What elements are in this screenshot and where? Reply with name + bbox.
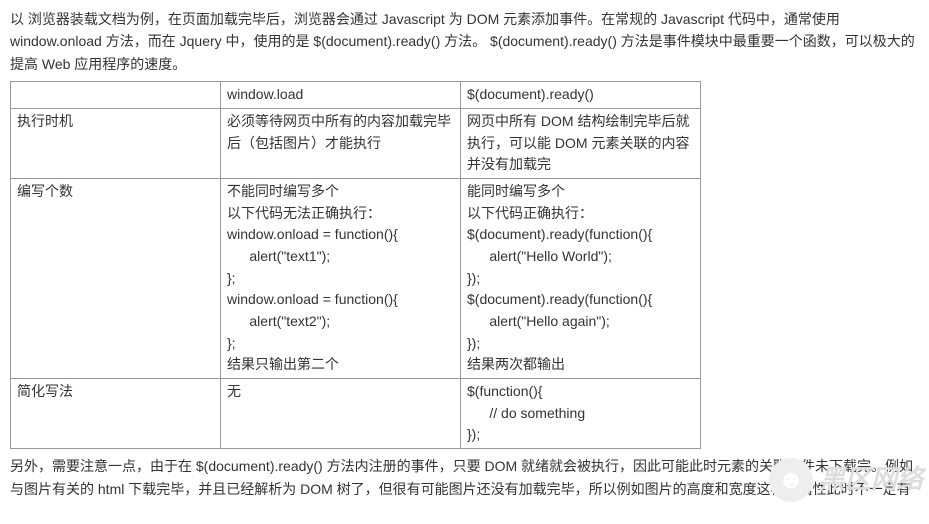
code-line: 以下代码正确执行： <box>467 203 694 225</box>
intro-paragraph: 以 浏览器装载文档为例，在页面加载完毕后，浏览器会通过 Javascript 为… <box>10 8 919 75</box>
code-line: 不能同时编写多个 <box>227 181 454 203</box>
cell: 必须等待网页中所有的内容加载完毕后（包括图片）才能执行 <box>221 108 461 178</box>
code-line: alert("text1"); <box>227 246 454 268</box>
code-line: $(function(){ <box>467 381 694 403</box>
row-label: 执行时机 <box>11 108 221 178</box>
code-line: window.onload = function(){ <box>227 289 454 311</box>
code-line: }; <box>227 268 454 290</box>
code-line: $(document).ready(function(){ <box>467 289 694 311</box>
code-line: // do something <box>467 403 694 425</box>
table-row: 执行时机 必须等待网页中所有的内容加载完毕后（包括图片）才能执行 网页中所有 D… <box>11 108 701 178</box>
outro-paragraph: 另外，需要注意一点，由于在 $(document).ready() 方法内注册的… <box>10 455 919 500</box>
code-line: alert("text2"); <box>227 311 454 333</box>
code-line: }); <box>467 424 694 446</box>
code-line: $(document).ready(function(){ <box>467 224 694 246</box>
code-line: alert("Hello again"); <box>467 311 694 333</box>
code-line: 结果只输出第二个 <box>227 354 454 376</box>
comparison-table: window.load $(document).ready() 执行时机 必须等… <box>10 81 701 449</box>
code-line: 结果两次都输出 <box>467 354 694 376</box>
code-line: }); <box>467 268 694 290</box>
cell: 无 <box>221 379 461 449</box>
cell: 能同时编写多个 以下代码正确执行： $(document).ready(func… <box>461 178 701 378</box>
cell: 不能同时编写多个 以下代码无法正确执行： window.onload = fun… <box>221 178 461 378</box>
cell: $(function(){ // do something }); <box>461 379 701 449</box>
row-label: 简化写法 <box>11 379 221 449</box>
code-line: 以下代码无法正确执行： <box>227 203 454 225</box>
table-row: 编写个数 不能同时编写多个 以下代码无法正确执行： window.onload … <box>11 178 701 378</box>
code-line: alert("Hello World"); <box>467 246 694 268</box>
cell: 网页中所有 DOM 结构绘制完毕后就执行，可以能 DOM 元素关联的内容并没有加… <box>461 108 701 178</box>
row-label: 编写个数 <box>11 178 221 378</box>
code-line: window.onload = function(){ <box>227 224 454 246</box>
code-line: 能同时编写多个 <box>467 181 694 203</box>
table-row: 简化写法 无 $(function(){ // do something }); <box>11 379 701 449</box>
code-line: }; <box>227 333 454 355</box>
header-cell: $(document).ready() <box>461 82 701 109</box>
header-cell <box>11 82 221 109</box>
code-line: }); <box>467 333 694 355</box>
header-cell: window.load <box>221 82 461 109</box>
table-row: window.load $(document).ready() <box>11 82 701 109</box>
